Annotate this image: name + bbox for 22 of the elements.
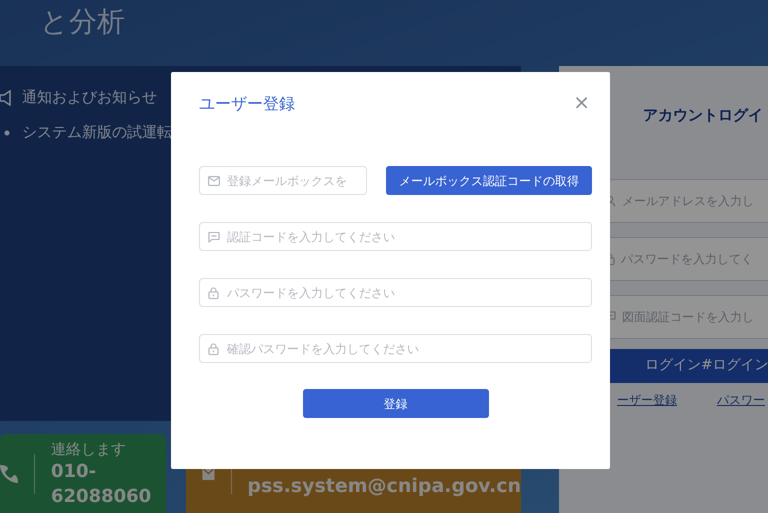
notice-text[interactable]: 通知およびお知らせ	[22, 86, 157, 109]
login-link[interactable]: パスワー	[717, 390, 765, 408]
register-button[interactable]: 登録	[302, 389, 488, 418]
email-address: pss.system@cnipa.gov.cn	[247, 474, 521, 499]
login-link[interactable]: ーザー登録	[617, 390, 677, 408]
dialog-title: ユーザー登録	[199, 93, 295, 115]
get-code-button[interactable]: メールボックス認証コードの取得	[386, 166, 592, 195]
placeholder-text: パスワードを入力してく	[621, 250, 753, 268]
login-title: アカウントログイ	[642, 105, 764, 126]
close-button[interactable]: ×	[571, 92, 592, 112]
input-field[interactable]: 確認パスワードを入力してください	[199, 334, 592, 363]
phone-number: 010-62088060	[51, 460, 152, 509]
placeholder-text: メールアドレスを入力し	[622, 192, 754, 210]
bullet-icon	[4, 130, 10, 136]
speaker-icon	[0, 90, 14, 106]
placeholder-text: 図面認証コードを入力し	[622, 308, 754, 326]
input-field[interactable]: パスワードを入力してください	[199, 278, 592, 307]
contact-label: 連絡します	[51, 438, 127, 460]
notice-text[interactable]: システム新版の試運転	[22, 121, 172, 144]
email-input-field[interactable]: 登録メールボックスを	[199, 166, 367, 195]
page-title: と分析	[40, 4, 125, 40]
input-field[interactable]: 認証コードを入力してください	[199, 222, 592, 251]
